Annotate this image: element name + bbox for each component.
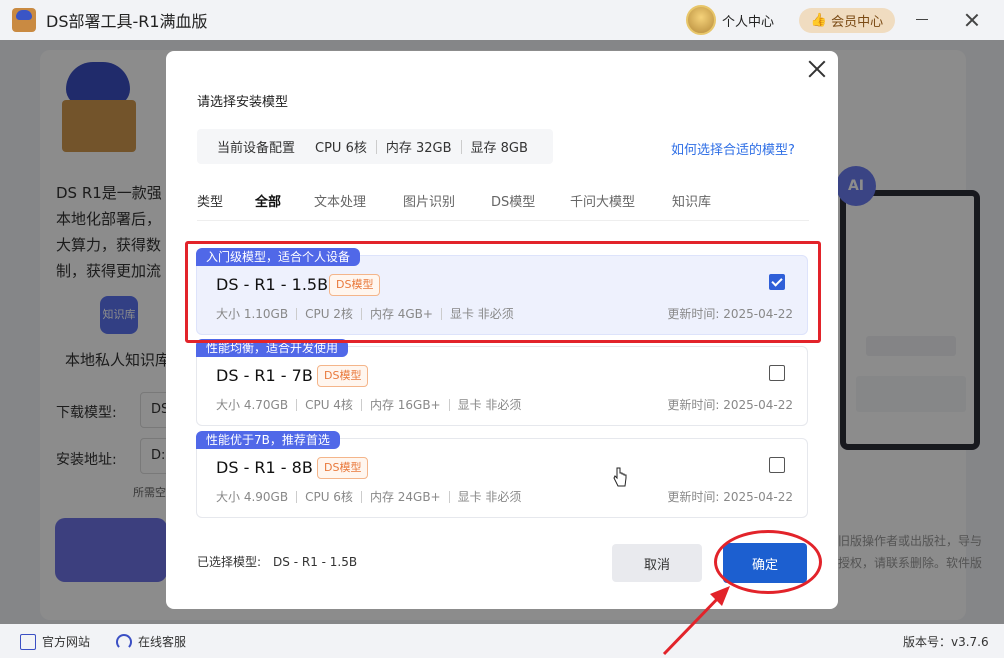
version-label: 版本号：v3.7.6: [903, 635, 989, 649]
model-tag: 性能均衡，适合开发使用: [196, 339, 349, 357]
thumbs-up-icon: 👍: [810, 13, 828, 28]
headset-icon: [116, 633, 132, 650]
tab-qwen-model[interactable]: 千问大模型: [570, 191, 635, 210]
model-help-link[interactable]: 如何选择合适的模型?: [671, 139, 795, 158]
model-name: DS - R1 - 7B: [216, 366, 313, 385]
selected-model-summary: 已选择模型: DS - R1 - 1.5B: [197, 553, 357, 570]
user-center-link[interactable]: 个人中心: [722, 11, 774, 30]
tab-text-processing[interactable]: 文本处理: [314, 191, 366, 210]
member-center-label: 会员中心: [831, 15, 884, 30]
ds-model-badge: DS模型: [329, 274, 381, 296]
monitor-icon: [20, 633, 36, 650]
tab-knowledge-base[interactable]: 知识库: [672, 191, 711, 210]
cancel-button[interactable]: 取消: [612, 544, 702, 582]
app-logo-icon: [12, 8, 36, 32]
device-vram: 显存 8GB: [470, 141, 528, 156]
model-tag: 入门级模型，适合个人设备: [196, 248, 361, 266]
dialog-title: 请选择安装模型: [197, 95, 289, 110]
model-card-8b[interactable]: 性能优于7B，推荐首选 DS - R1 - 8B DS模型 大小 4.90GB …: [196, 431, 808, 518]
model-specs: 大小 1.10GB CPU 2核 内存 4GB+ 显卡 非必须: [216, 307, 514, 321]
device-memory: 内存 32GB: [385, 141, 452, 156]
model-card-7b[interactable]: 性能均衡，适合开发使用 DS - R1 - 7B DS模型 大小 4.70GB …: [196, 339, 808, 426]
model-specs: 大小 4.70GB CPU 4核 内存 16GB+ 显卡 非必须: [216, 398, 522, 412]
model-updated-time: 更新时间: 2025-04-22: [667, 307, 793, 321]
model-card-1-5b[interactable]: 入门级模型，适合个人设备 DS - R1 - 1.5B DS模型 大小 1.10…: [196, 248, 808, 335]
model-updated-time: 更新时间: 2025-04-22: [667, 490, 793, 504]
minimize-icon[interactable]: [916, 19, 928, 20]
member-center-button[interactable]: 👍 会员中心: [799, 8, 895, 33]
tab-all[interactable]: 全部: [255, 191, 281, 210]
ds-model-badge: DS模型: [317, 457, 369, 479]
device-cpu: CPU 6核: [315, 141, 367, 156]
official-website-link[interactable]: 官方网站: [20, 633, 90, 650]
dialog-close-icon[interactable]: [808, 60, 826, 78]
model-checkbox[interactable]: [769, 365, 785, 381]
model-updated-time: 更新时间: 2025-04-22: [667, 398, 793, 412]
tab-image-recognition[interactable]: 图片识别: [403, 191, 455, 210]
user-avatar[interactable]: [686, 5, 716, 35]
model-name: DS - R1 - 8B: [216, 458, 313, 477]
filter-tabs: 类型 全部 文本处理 图片识别 DS模型 千问大模型 知识库: [197, 191, 809, 221]
model-specs: 大小 4.90GB CPU 6核 内存 24GB+ 显卡 非必须: [216, 490, 522, 504]
device-config-bar: 当前设备配置 CPU 6核 内存 32GB 显存 8GB: [197, 129, 553, 164]
model-tag: 性能优于7B，推荐首选: [196, 431, 340, 449]
device-config-heading: 当前设备配置: [217, 141, 296, 156]
selected-model-value: DS - R1 - 1.5B: [273, 555, 358, 569]
tab-ds-model[interactable]: DS模型: [491, 191, 535, 210]
confirm-button[interactable]: 确定: [723, 543, 807, 583]
selected-model-label: 已选择模型:: [197, 555, 262, 569]
filter-type-label: 类型: [197, 195, 224, 210]
ds-model-badge: DS模型: [317, 365, 369, 387]
footer-bar: 官方网站 在线客服 版本号：v3.7.6: [0, 624, 1004, 658]
window-close-icon[interactable]: [964, 12, 980, 28]
model-checkbox[interactable]: [769, 274, 785, 290]
app-title: DS部署工具-R1满血版: [46, 12, 208, 31]
model-checkbox[interactable]: [769, 457, 785, 473]
model-name: DS - R1 - 1.5B: [216, 275, 329, 294]
online-support-link[interactable]: 在线客服: [116, 633, 186, 650]
hand-cursor-icon: [613, 467, 627, 487]
